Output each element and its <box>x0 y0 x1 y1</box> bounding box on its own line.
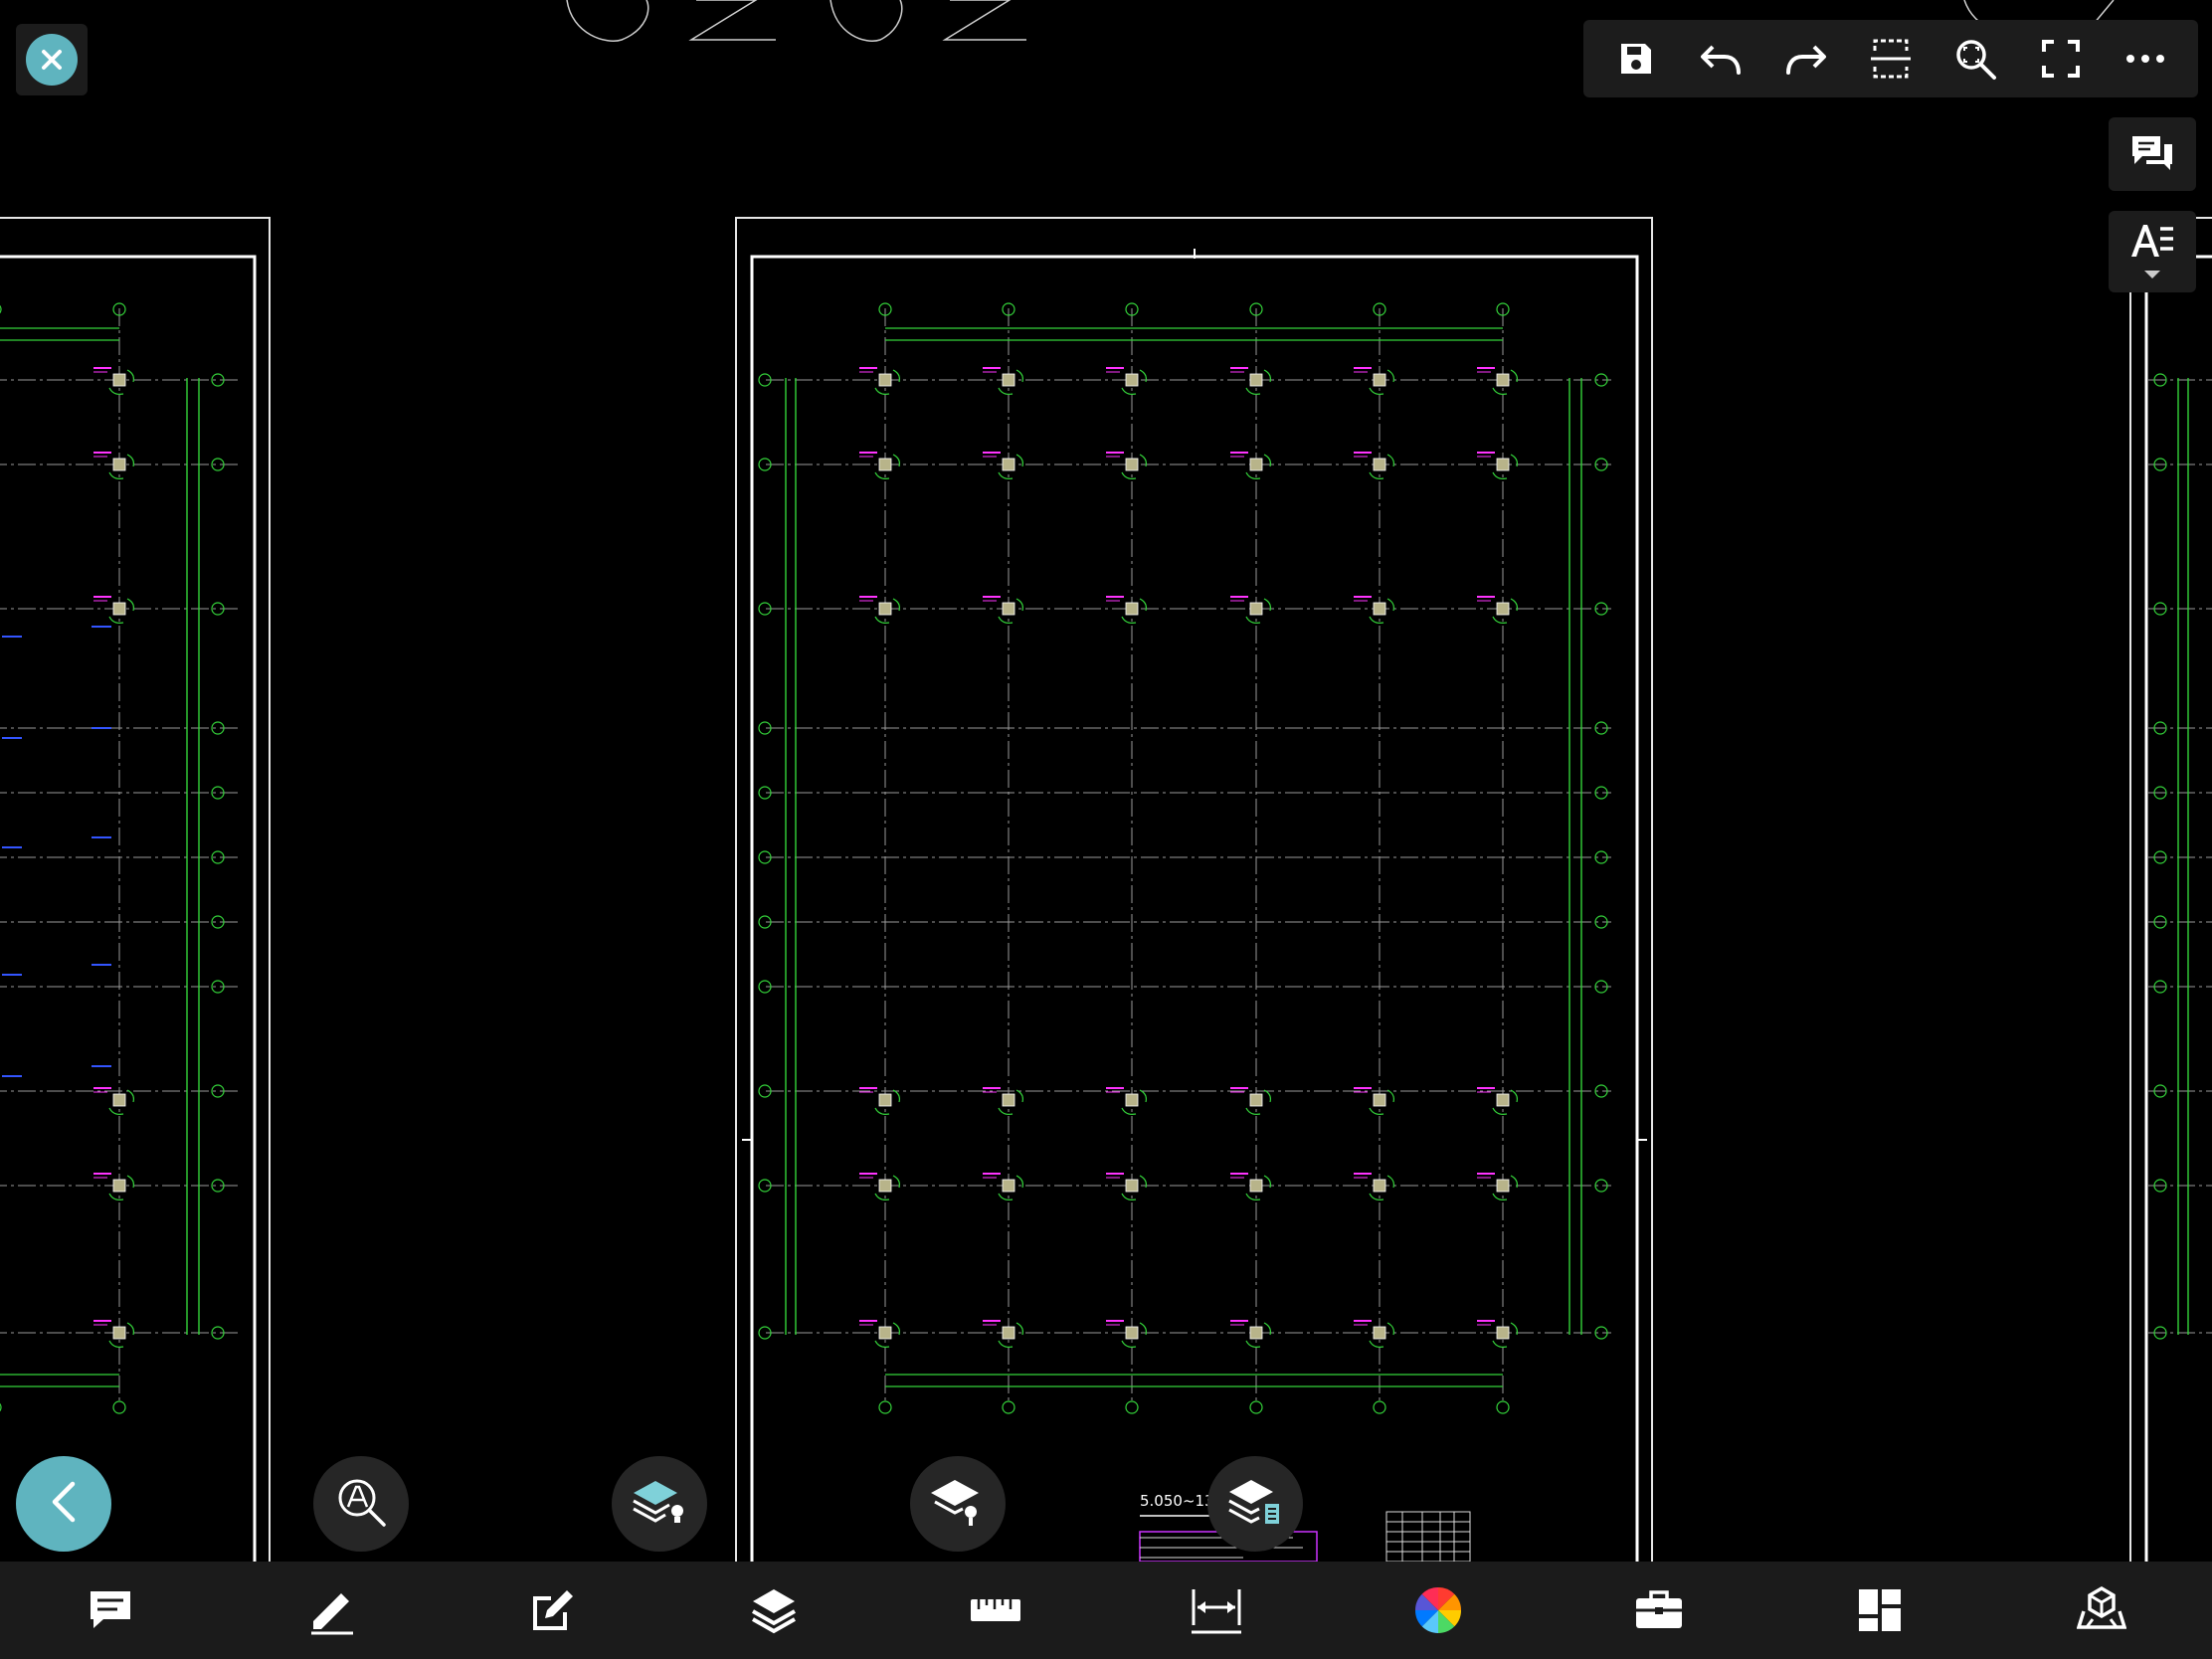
layer-light-button[interactable] <box>612 1456 707 1552</box>
close-icon <box>26 34 78 86</box>
edit-note-icon[interactable] <box>505 1570 601 1650</box>
sheet-right <box>2129 217 2212 1562</box>
schedule-table <box>1385 1511 1471 1562</box>
zoom-search-icon[interactable] <box>1940 24 2010 93</box>
layer-pin-icon <box>931 1476 985 1532</box>
color-wheel-icon[interactable] <box>1390 1570 1486 1650</box>
top-toolbar <box>1583 20 2198 97</box>
layer-pin-button[interactable] <box>910 1456 1006 1552</box>
text-search-button[interactable] <box>313 1456 409 1552</box>
viewer-3d-icon[interactable] <box>2054 1570 2149 1650</box>
ruler-icon[interactable] <box>948 1570 1043 1650</box>
text-style-icon <box>2129 221 2175 265</box>
layers-icon[interactable] <box>726 1570 822 1650</box>
layer-list-icon <box>1227 1476 1283 1532</box>
toolbox-icon[interactable] <box>1611 1570 1707 1650</box>
close-button[interactable] <box>16 24 88 95</box>
chevron-down-icon <box>2143 265 2161 283</box>
text-search-icon <box>334 1475 388 1533</box>
sheet-left <box>0 217 271 1562</box>
dashboard-icon[interactable] <box>1832 1570 1928 1650</box>
redo-icon[interactable] <box>1771 24 1841 93</box>
comments-icon <box>2128 132 2176 176</box>
comments-button[interactable] <box>2109 117 2196 191</box>
undo-icon[interactable] <box>1686 24 1755 93</box>
bottom-toolbar <box>0 1562 2212 1659</box>
layer-list-button[interactable] <box>1207 1456 1303 1552</box>
more-icon[interactable] <box>2111 24 2180 93</box>
pencil-icon[interactable] <box>284 1570 380 1650</box>
sheet-main <box>735 217 1653 1562</box>
cad-drawing-canvas[interactable] <box>0 0 2212 1562</box>
layer-light-icon <box>632 1477 687 1531</box>
back-button[interactable] <box>16 1456 111 1552</box>
dimension-icon[interactable] <box>1169 1570 1264 1650</box>
fullscreen-icon[interactable] <box>2026 24 2096 93</box>
save-icon[interactable] <box>1601 24 1671 93</box>
clip-section-icon[interactable] <box>1856 24 1926 93</box>
back-chevron-icon <box>49 1480 79 1528</box>
comment-icon[interactable] <box>63 1570 158 1650</box>
text-style-button[interactable] <box>2109 211 2196 292</box>
